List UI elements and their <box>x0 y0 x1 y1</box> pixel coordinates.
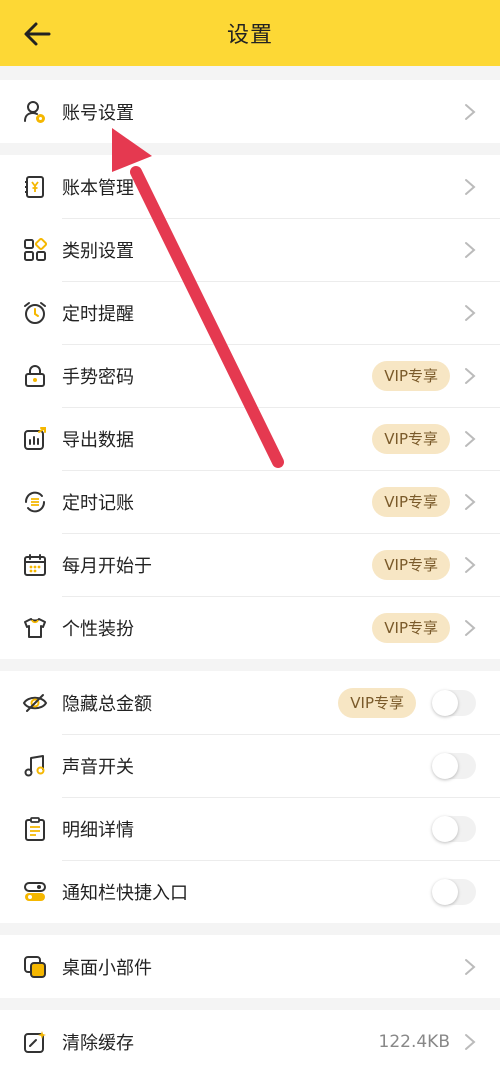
detail-toggle[interactable] <box>432 815 476 842</box>
ledger-icon <box>22 174 48 200</box>
row-label: 每月开始于 <box>62 555 152 577</box>
account-group: 账号设置 <box>0 80 500 143</box>
category-grid-icon <box>22 237 48 263</box>
clipboard-list-icon <box>22 816 48 842</box>
row-scheduled-bookkeeping[interactable]: 定时记账 VIP专享 <box>0 470 500 533</box>
row-export-data[interactable]: 导出数据 VIP专享 <box>0 407 500 470</box>
row-hide-total-amount: 隐藏总金额 VIP专享 <box>0 671 500 734</box>
row-label: 账号设置 <box>62 102 134 124</box>
chevron-right-icon <box>464 556 476 574</box>
row-detail-info: 明细详情 <box>0 797 500 860</box>
cache-group: 清除缓存 122.4KB <box>0 1010 500 1068</box>
row-label: 账本管理 <box>62 177 134 199</box>
vip-badge: VIP专享 <box>372 423 450 454</box>
row-clear-cache[interactable]: 清除缓存 122.4KB <box>0 1010 500 1068</box>
page-title: 设置 <box>226 23 273 48</box>
row-desktop-widget[interactable]: 桌面小部件 <box>0 935 500 998</box>
row-gesture-password[interactable]: 手势密码 VIP专享 <box>0 344 500 407</box>
chevron-right-icon <box>464 103 476 121</box>
row-personal-theme[interactable]: 个性装扮 VIP专享 <box>0 596 500 659</box>
t-shirt-icon <box>22 615 48 641</box>
hide-amount-toggle[interactable] <box>432 689 476 716</box>
calendar-icon <box>22 552 48 578</box>
back-arrow-icon[interactable] <box>22 20 52 48</box>
vip-badge: VIP专享 <box>372 486 450 517</box>
row-month-start[interactable]: 每月开始于 VIP专享 <box>0 533 500 596</box>
widget-icon <box>22 954 48 980</box>
vip-badge: VIP专享 <box>372 612 450 643</box>
switches-icon <box>22 879 48 905</box>
main-settings-group: 账本管理 类别设置 定时提醒 手势密码 VIP专享 导出数据 VIP专享 定时记… <box>0 155 500 659</box>
eye-hidden-icon <box>22 690 48 716</box>
notification-toggle[interactable] <box>432 878 476 905</box>
row-label: 定时提醒 <box>62 303 134 325</box>
toggle-settings-group: 隐藏总金额 VIP专享 声音开关 明细详情 通知栏快捷入口 <box>0 671 500 923</box>
row-category-settings[interactable]: 类别设置 <box>0 218 500 281</box>
row-sound-switch: 声音开关 <box>0 734 500 797</box>
row-label: 桌面小部件 <box>62 957 152 979</box>
row-label: 类别设置 <box>62 240 134 262</box>
chevron-right-icon <box>464 241 476 259</box>
cache-size: 122.4KB <box>378 1031 450 1052</box>
chevron-right-icon <box>464 178 476 196</box>
export-data-icon <box>22 426 48 452</box>
toggle-knob <box>432 689 458 716</box>
toggle-knob <box>432 878 458 905</box>
chevron-right-icon <box>464 958 476 976</box>
row-label: 隐藏总金额 <box>62 693 152 715</box>
row-scheduled-reminder[interactable]: 定时提醒 <box>0 281 500 344</box>
row-label: 声音开关 <box>62 756 134 778</box>
row-account-settings[interactable]: 账号设置 <box>0 80 500 143</box>
vip-badge: VIP专享 <box>372 549 450 580</box>
row-label: 定时记账 <box>62 492 134 514</box>
row-label: 个性装扮 <box>62 618 134 640</box>
toggle-knob <box>432 752 458 779</box>
row-label: 明细详情 <box>62 819 134 841</box>
clean-sparkle-icon <box>22 1029 48 1055</box>
row-label: 导出数据 <box>62 429 134 451</box>
chevron-right-icon <box>464 367 476 385</box>
chevron-right-icon <box>464 304 476 322</box>
vip-badge: VIP专享 <box>338 687 416 718</box>
row-label: 通知栏快捷入口 <box>62 882 188 904</box>
chevron-right-icon <box>464 493 476 511</box>
alarm-clock-icon <box>22 300 48 326</box>
lock-icon <box>22 363 48 389</box>
row-notification-shortcut: 通知栏快捷入口 <box>0 860 500 923</box>
toggle-knob <box>432 815 458 842</box>
chevron-right-icon <box>464 619 476 637</box>
header-bar: 设置 <box>0 0 500 66</box>
recurring-entry-icon <box>22 489 48 515</box>
chevron-right-icon <box>464 1033 476 1051</box>
user-icon <box>22 99 48 125</box>
row-label: 手势密码 <box>62 366 134 388</box>
row-label: 清除缓存 <box>62 1032 134 1054</box>
sound-toggle[interactable] <box>432 752 476 779</box>
widgets-group: 桌面小部件 <box>0 935 500 998</box>
music-note-icon <box>22 753 48 779</box>
row-ledger-management[interactable]: 账本管理 <box>0 155 500 218</box>
vip-badge: VIP专享 <box>372 360 450 391</box>
chevron-right-icon <box>464 430 476 448</box>
